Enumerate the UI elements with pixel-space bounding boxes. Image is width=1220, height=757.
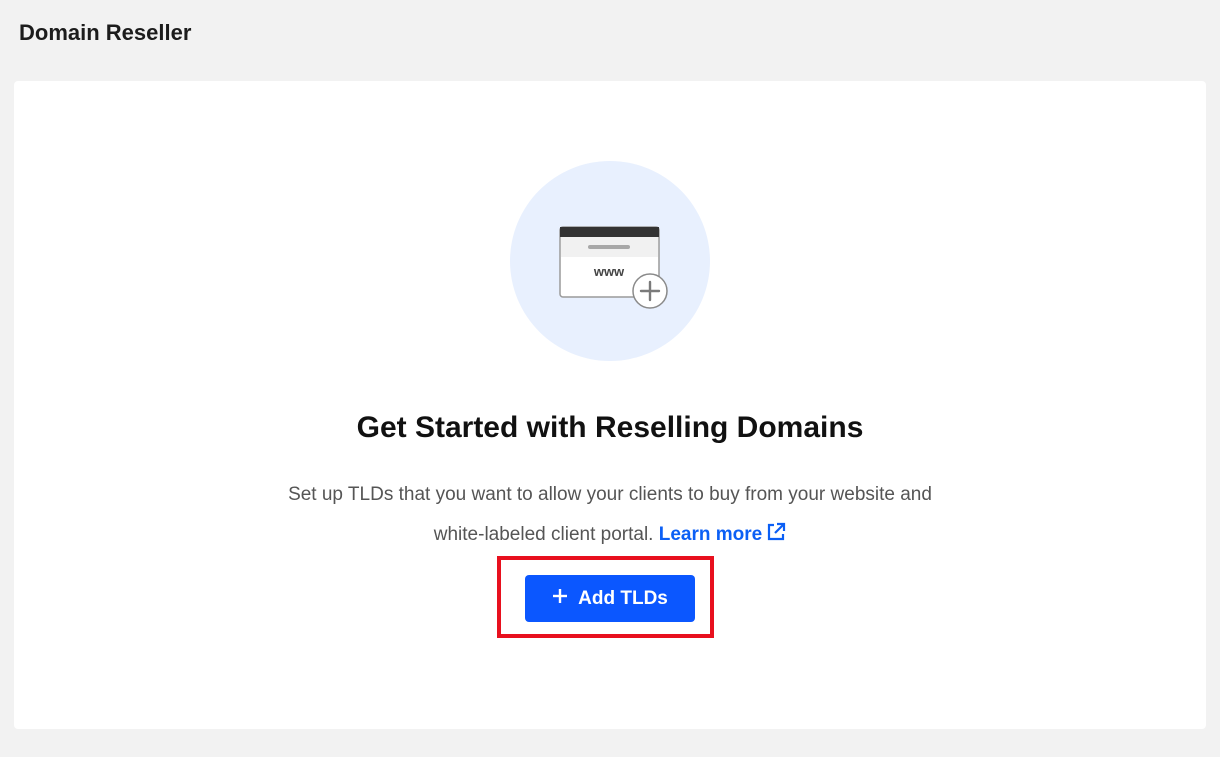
add-tlds-button[interactable]: Add TLDs — [525, 575, 695, 622]
page-title: Domain Reseller — [19, 20, 192, 45]
empty-state-headline: Get Started with Reselling Domains — [356, 411, 864, 444]
description-line-2-text: white-labeled client portal. — [433, 524, 654, 545]
illustration-www-text: www — [593, 264, 625, 279]
empty-state-description: Set up TLDs that you want to allow your … — [14, 475, 1206, 557]
empty-state-card: www Get Started with Reselling Domains S… — [14, 81, 1206, 729]
description-line-2: white-labeled client portal. Learn more — [14, 515, 1206, 557]
domain-illustration: www — [510, 161, 710, 361]
external-link-icon — [766, 517, 786, 557]
description-line-1: Set up TLDs that you want to allow your … — [288, 484, 932, 505]
browser-window-www-plus-icon: www — [559, 226, 668, 309]
plus-icon — [552, 588, 568, 610]
learn-more-label: Learn more — [658, 524, 763, 545]
add-tlds-label: Add TLDs — [578, 587, 668, 609]
learn-more-link[interactable]: Learn more — [658, 522, 786, 545]
